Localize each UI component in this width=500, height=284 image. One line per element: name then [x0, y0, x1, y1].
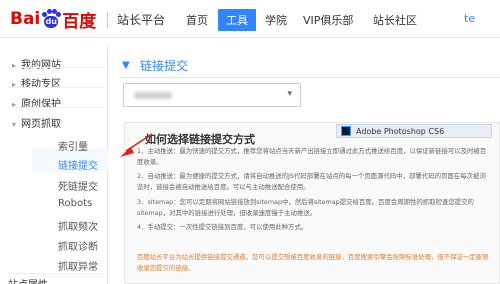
sidebar-group-my-sites[interactable]: ▸ 我的网站	[12, 56, 61, 71]
sidebar-group-site-attributes[interactable]: 站点属性	[8, 276, 48, 284]
logo-du-text: du	[45, 17, 57, 26]
logo-cn-text: 百度	[62, 11, 97, 32]
sidebar-item-robots[interactable]: Robots	[58, 198, 92, 209]
nav-community[interactable]: 站长社区	[373, 12, 417, 28]
sidebar-item-index[interactable]: 索引量	[58, 138, 88, 153]
paw-icon: du	[41, 9, 62, 29]
chevron-down-icon: ▼	[122, 60, 130, 71]
divider	[8, 107, 104, 108]
method-active-push: 1．主动推送：最为快速的提交方式，推荐您将站点当天新产出链接立即通过此方式推送给…	[137, 147, 487, 166]
sidebar-item-link-submit[interactable]: 链接提交	[58, 157, 98, 172]
chevron-right-icon: ▸	[12, 61, 17, 70]
method-manual: 4．手动提交：一次性提交链接到百度，可以使用此种方式。	[137, 223, 308, 231]
sidebar-group-label: 移动专区	[21, 79, 61, 90]
photoshop-taskbar-chip[interactable]: Adobe Photoshop CS6	[336, 124, 492, 138]
sidebar-item-crawl-errors[interactable]: 抓取异常	[58, 258, 98, 273]
divider	[8, 87, 104, 88]
page-title: 链接提交	[140, 59, 189, 73]
chevron-down-icon: ▾	[12, 120, 17, 129]
method-auto-push: 2．自动推送：最为便捷的提交方式，请将自动推送的JS代码部署在站点的每一个页面源…	[137, 172, 486, 191]
user-link[interactable]: te	[464, 12, 475, 25]
header-divider	[107, 12, 108, 28]
nav-academy[interactable]: 学院	[265, 12, 287, 28]
sidebar-group-label: 我的网站	[21, 60, 61, 71]
sidebar: ▸ 我的网站 ▸ 移动专区 ▸ 原创保护 ▾ 网页抓取 索引量 链接提交 死链提交 Ro…	[0, 45, 108, 284]
title-divider	[120, 77, 500, 78]
nav-vip-club[interactable]: VIP俱乐部	[303, 12, 353, 28]
divider	[8, 67, 104, 68]
divider	[8, 273, 104, 274]
nav-home[interactable]: 首页	[186, 12, 208, 28]
sidebar-item-crawl-diagnosis[interactable]: 抓取诊断	[58, 238, 98, 253]
sidebar-group-crawl[interactable]: ▾ 网页抓取	[12, 115, 61, 130]
logo-bai-text: Bai	[10, 9, 41, 29]
baidu-logo[interactable]: Bai du 百度	[10, 8, 97, 32]
photoshop-icon	[341, 126, 351, 136]
notice-text: 百度站长平台为站长提供链接提交通道，您可以提交想被百度收录的链接，百度搜索引擎会…	[137, 253, 489, 272]
sidebar-group-label: 原创保护	[21, 99, 61, 110]
method-sitemap: 3．sitemap：您可以定期将网站链接放到sitemap中，然后将sitema…	[137, 198, 474, 217]
blurred-site-name	[134, 92, 172, 99]
top-header: Bai du 百度 站长平台 首页 工具 学院 VIP俱乐部 站长社区 te	[0, 0, 500, 38]
sidebar-group-label: 网页抓取	[21, 119, 61, 130]
chevron-down-icon: ▾	[287, 89, 292, 99]
sidebar-item-crawl-frequency[interactable]: 抓取频次	[58, 218, 98, 233]
site-select-dropdown[interactable]: ▾	[123, 83, 301, 107]
site-title: 站长平台	[117, 13, 166, 27]
nav-tools[interactable]: 工具	[218, 9, 256, 31]
photoshop-label: Adobe Photoshop CS6	[356, 126, 445, 136]
sidebar-item-deadlink[interactable]: 死链提交	[58, 178, 98, 193]
panel-title: 如何选择链接提交方式	[145, 133, 255, 146]
